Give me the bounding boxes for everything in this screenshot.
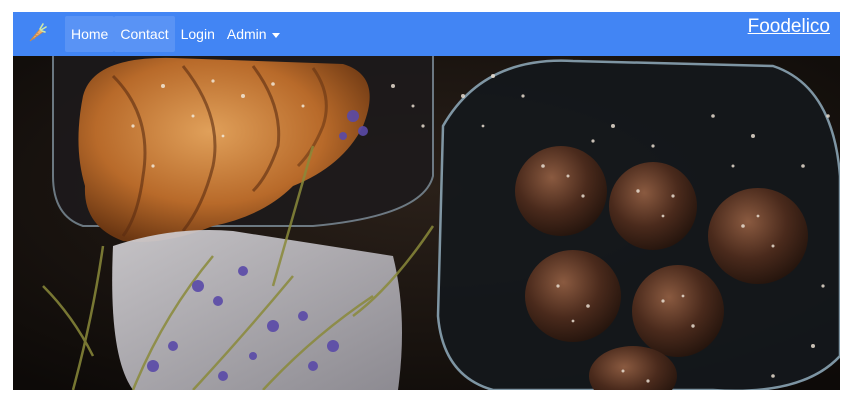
nav-home-link[interactable]: Home [65,16,115,52]
nav-contact-label: Contact [120,26,169,42]
nav-login-label: Login [180,26,215,42]
nav-admin-label: Admin [226,26,267,42]
nav-admin-dropdown[interactable]: Admin [221,16,286,52]
food-photo [13,56,840,390]
brand-link[interactable]: Foodelico [748,15,830,39]
hero-image [13,56,840,390]
caret-down-icon [271,32,280,38]
nav-home-label: Home [71,26,109,42]
nav-contact-link[interactable]: Contact [114,16,175,52]
nav-login-link[interactable]: Login [175,16,221,52]
nav-menu: Home Contact Login Admin [65,14,286,54]
carrot-icon[interactable] [25,21,49,45]
page: Home Contact Login Admin Foodelico [0,0,856,400]
top-navbar: Home Contact Login Admin Foodelico [13,12,840,56]
